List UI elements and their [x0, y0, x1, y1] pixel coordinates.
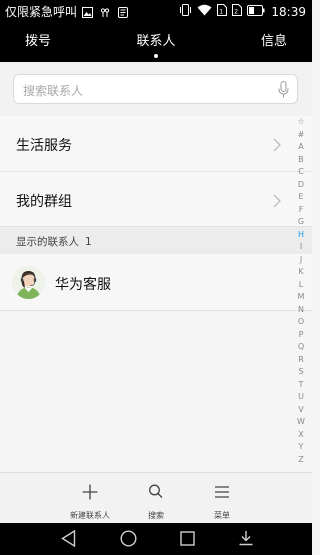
notification-icon [117, 6, 128, 22]
mic-icon[interactable] [278, 81, 289, 102]
recents-icon[interactable] [180, 531, 195, 550]
emergency-calls-only-text: 仅限紧急呼叫 [5, 5, 78, 19]
plus-icon [82, 484, 98, 504]
alphabet-index-letter[interactable]: C [294, 166, 308, 179]
menu-button[interactable]: 菜单 [192, 473, 252, 524]
wifi-icon [197, 4, 212, 20]
alphabet-index-letter[interactable]: L [294, 279, 308, 292]
notification-pull-icon[interactable] [238, 530, 254, 551]
tab-label: 信息 [260, 34, 287, 49]
alphabet-index-letter[interactable]: H [294, 229, 308, 242]
contacts-section-header: 显示的联系人 1 [0, 227, 312, 254]
new-contact-label: 新建联系人 [70, 511, 110, 520]
alphabet-index[interactable]: ☆ # A B C D E F G H I J K L M N O P Q R S T U V W X Y Z [294, 116, 308, 466]
alphabet-index-letter[interactable]: R [294, 354, 308, 367]
alphabet-index-letter[interactable]: D [294, 179, 308, 192]
alphabet-index-letter[interactable]: G [294, 216, 308, 229]
alphabet-index-letter[interactable]: ☆ [294, 116, 308, 129]
vibrate-icon [179, 4, 192, 20]
tab-bar: 拨号 联系人 信息 [0, 24, 312, 62]
alphabet-index-letter[interactable]: S [294, 366, 308, 379]
alphabet-index-letter[interactable]: # [294, 129, 308, 142]
alphabet-index-letter[interactable]: J [294, 254, 308, 267]
clock: 18:39 [271, 5, 306, 19]
svg-text:1: 1 [220, 9, 224, 16]
alphabet-index-letter[interactable]: W [294, 416, 308, 429]
tab-label: 拨号 [24, 34, 51, 49]
search-input[interactable]: 搜索联系人 [13, 74, 298, 104]
alphabet-index-letter[interactable]: F [294, 204, 308, 217]
alphabet-index-letter[interactable]: B [294, 154, 308, 167]
alphabet-index-letter[interactable]: N [294, 304, 308, 317]
contact-count: 1 [85, 236, 92, 248]
search-button[interactable]: 搜索 [126, 473, 186, 524]
active-tab-indicator [154, 54, 158, 58]
alphabet-index-letter[interactable]: U [294, 391, 308, 404]
tab-dialer[interactable]: 拨号 [10, 24, 66, 62]
alphabet-index-letter[interactable]: E [294, 191, 308, 204]
sim-card-icon: 2 [232, 4, 243, 20]
menu-label: 菜单 [214, 511, 230, 520]
alphabet-index-letter[interactable]: I [294, 241, 308, 254]
sim-card-icon: 1 [217, 4, 228, 20]
sim-signal-icon [100, 6, 110, 22]
alphabet-index-letter[interactable]: Y [294, 441, 308, 454]
search-icon [149, 484, 164, 503]
contact-row[interactable]: 华为客服 [0, 254, 312, 311]
alphabet-index-letter[interactable]: X [294, 429, 308, 442]
row-label: 我的群组 [16, 194, 72, 210]
search-placeholder: 搜索联系人 [23, 84, 84, 98]
search-label: 搜索 [148, 511, 164, 520]
tab-contacts[interactable]: 联系人 [121, 24, 191, 62]
section-label: 显示的联系人 [16, 236, 79, 248]
home-icon[interactable] [120, 530, 137, 551]
chevron-right-icon [273, 137, 281, 156]
my-groups-row[interactable]: 我的群组 [0, 172, 312, 227]
system-nav-bar [0, 523, 312, 555]
tab-messages[interactable]: 信息 [246, 24, 302, 62]
status-bar: 仅限紧急呼叫 1 2 18:39 [0, 0, 312, 24]
chevron-right-icon [273, 193, 281, 212]
alphabet-index-letter[interactable]: M [294, 291, 308, 304]
new-contact-button[interactable]: 新建联系人 [60, 473, 120, 524]
life-services-row[interactable]: 生活服务 [0, 116, 312, 172]
alphabet-index-letter[interactable]: Z [294, 454, 308, 467]
battery-icon [247, 4, 265, 20]
customer-service-avatar [12, 266, 45, 299]
alphabet-index-letter[interactable]: Q [294, 341, 308, 354]
bottom-action-bar: 新建联系人 搜索 菜单 [0, 472, 312, 523]
back-icon[interactable] [61, 529, 76, 551]
contact-name: 华为客服 [55, 277, 111, 293]
tab-label: 联系人 [136, 34, 176, 49]
alphabet-index-letter[interactable]: K [294, 266, 308, 279]
image-icon [81, 6, 93, 22]
row-label: 生活服务 [16, 138, 72, 154]
search-area: 搜索联系人 [0, 62, 312, 116]
alphabet-index-letter[interactable]: A [294, 141, 308, 154]
alphabet-index-letter[interactable]: P [294, 329, 308, 342]
alphabet-index-letter[interactable]: V [294, 404, 308, 417]
alphabet-index-letter[interactable]: T [294, 379, 308, 392]
menu-icon [214, 484, 230, 503]
svg-text:2: 2 [235, 9, 239, 16]
alphabet-index-letter[interactable]: O [294, 316, 308, 329]
